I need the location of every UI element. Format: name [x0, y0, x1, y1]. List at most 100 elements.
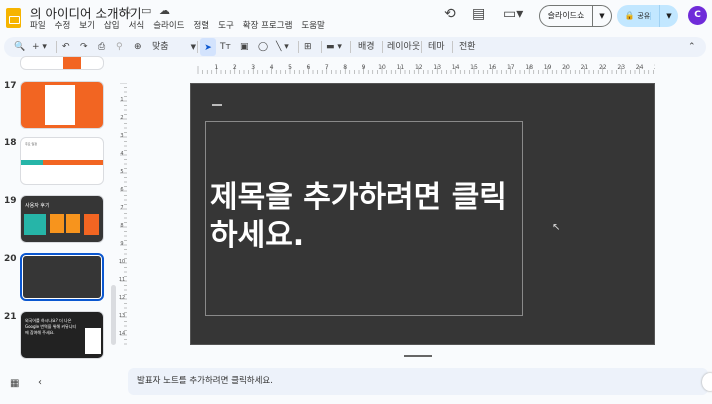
- ruler-tick-label: 14: [119, 331, 125, 337]
- move-folder-icon[interactable]: ▭: [141, 4, 151, 17]
- zoom-icon[interactable]: ⊕: [134, 37, 142, 57]
- ruler-tick-label: 13: [119, 313, 125, 319]
- ruler-tick-label: 7: [120, 205, 123, 211]
- ruler-tick-label: 9: [362, 64, 366, 71]
- slideshow-button[interactable]: 슬라이드쇼 ▼: [539, 5, 612, 27]
- menu-item[interactable]: 삽입: [104, 19, 120, 31]
- menu-item[interactable]: 서식: [129, 19, 145, 31]
- title-placeholder-text[interactable]: 제목을 추가하려면 클릭하세요.: [210, 179, 510, 255]
- side-panel-toggle[interactable]: [702, 373, 712, 391]
- menu-item[interactable]: 슬라이드: [153, 19, 184, 31]
- slide-thumbnail-19[interactable]: 사용자 후기: [20, 195, 104, 243]
- menu-item[interactable]: 보기: [79, 19, 95, 31]
- collapse-filmstrip-icon[interactable]: ‹: [38, 377, 42, 388]
- image-icon[interactable]: ▣: [240, 37, 249, 57]
- paint-format-icon[interactable]: ⚲: [116, 37, 123, 57]
- slide-number: 17: [4, 81, 17, 91]
- zoom-select[interactable]: 맞춤 ▼: [152, 37, 196, 57]
- ruler-tick-label: 3: [120, 133, 123, 139]
- background-button[interactable]: 배경: [358, 37, 375, 57]
- share-button[interactable]: 🔒 공유 ▼: [617, 5, 678, 27]
- redo-icon[interactable]: ↷: [80, 37, 88, 57]
- thumb-text: 외국어를 하시나요? 더 나은 Google 번역을 위해 커뮤니티에 참여해 …: [25, 318, 77, 335]
- cloud-status-icon[interactable]: ☁: [159, 4, 170, 17]
- transition-button[interactable]: 전환: [459, 37, 476, 57]
- layout-button[interactable]: 레이아웃: [387, 37, 420, 57]
- print-icon[interactable]: ⎙: [98, 37, 105, 57]
- slide-canvas[interactable]: 제목을 추가하려면 클릭하세요.: [190, 83, 655, 345]
- ruler-tick-label: 8: [120, 223, 123, 229]
- notes-resize-handle[interactable]: [404, 355, 432, 357]
- slide-thumbnail-18[interactable]: 주요 일정: [20, 137, 104, 185]
- menu-item[interactable]: 파일: [30, 19, 46, 31]
- shape-icon[interactable]: ◯: [258, 37, 268, 57]
- menu-bar: 파일 수정 보기 삽입 서식 슬라이드 정렬 도구 확장 프로그램 도움말: [30, 19, 325, 31]
- subtitle-dash: [212, 104, 222, 106]
- slide-number: 18: [4, 138, 17, 148]
- ruler-tick-label: 25: [654, 64, 655, 71]
- slide-thumbnail-20-selected[interactable]: [20, 253, 104, 301]
- filmstrip-scrollbar[interactable]: [111, 285, 116, 345]
- ruler-tick-label: 12: [119, 295, 125, 301]
- speaker-notes[interactable]: 발표자 노트를 추가하려면 클릭하세요.: [128, 368, 708, 395]
- ruler-tick-label: 4: [120, 151, 123, 157]
- menu-item[interactable]: 도움말: [301, 19, 324, 31]
- ruler-tick-label: 23: [617, 64, 625, 71]
- thumb-heading: 주요 일정: [25, 142, 37, 146]
- slide-thumbnail-21[interactable]: 외국어를 하시나요? 더 나은 Google 번역을 위해 커뮤니티에 참여해 …: [20, 311, 104, 359]
- line-icon[interactable]: ╲ ▾: [276, 37, 289, 57]
- ruler-tick-label: 22: [599, 64, 607, 71]
- ruler-tick-label: 9: [120, 241, 123, 247]
- slide-thumbnail-17[interactable]: [20, 81, 104, 129]
- avatar[interactable]: C: [688, 6, 707, 25]
- toolbar: 🔍 + ▾ ↶ ↷ ⎙ ⚲ ⊕ 맞춤 ▼ ➤ Tт ▣ ◯ ╲ ▾ ⊞ ▬ ▾ 배…: [4, 37, 706, 57]
- ruler-tick-label: 1: [214, 64, 218, 71]
- menu-item[interactable]: 정렬: [193, 19, 209, 31]
- horizontal-ruler[interactable]: 1234567891011121314151617181920212223242…: [190, 62, 655, 74]
- share-dropdown-icon[interactable]: ▼: [660, 12, 678, 20]
- slides-logo[interactable]: [6, 8, 21, 28]
- ruler-tick-label: 5: [120, 169, 123, 175]
- slide-number: 20: [4, 254, 17, 264]
- grid-view-icon[interactable]: ▦: [10, 378, 19, 389]
- border-color-icon[interactable]: ▬ ▾: [326, 37, 342, 57]
- select-tool-icon[interactable]: ➤: [200, 38, 216, 56]
- theme-button[interactable]: 테마: [428, 37, 445, 57]
- star-icon[interactable]: ☆: [123, 4, 133, 17]
- slideshow-label[interactable]: 슬라이드쇼: [540, 6, 593, 26]
- new-slide-icon[interactable]: + ▾: [32, 37, 47, 57]
- slide-number: 21: [4, 312, 17, 322]
- menu-item[interactable]: 도구: [218, 19, 234, 31]
- vertical-ruler[interactable]: 1234567891011121314: [118, 83, 127, 345]
- undo-icon[interactable]: ↶: [62, 37, 70, 57]
- slideshow-dropdown-icon[interactable]: ▼: [593, 12, 611, 20]
- ruler-tick-label: 8: [343, 64, 347, 71]
- ruler-tick-label: 4: [270, 64, 274, 71]
- menu-item[interactable]: 확장 프로그램: [243, 19, 293, 31]
- ruler-tick-label: 3: [251, 64, 255, 71]
- ruler-tick-label: 12: [415, 64, 423, 71]
- ruler-tick-label: 13: [433, 64, 441, 71]
- title-placeholder[interactable]: 제목을 추가하려면 클릭하세요.: [205, 121, 523, 316]
- ruler-tick-label: 5: [288, 64, 292, 71]
- ruler-tick-label: 2: [233, 64, 237, 71]
- ruler-tick-label: 20: [562, 64, 570, 71]
- share-label[interactable]: 🔒 공유: [617, 5, 660, 27]
- ruler-tick-label: 14: [452, 64, 460, 71]
- collapse-toolbar-icon[interactable]: ⌃: [688, 37, 696, 57]
- ruler-tick-label: 17: [507, 64, 515, 71]
- ruler-tick-label: 19: [544, 64, 552, 71]
- ruler-tick-label: 10: [378, 64, 386, 71]
- menu-item[interactable]: 수정: [55, 19, 71, 31]
- comment-insert-icon[interactable]: ⊞: [304, 37, 312, 57]
- ruler-tick-label: 10: [119, 259, 125, 265]
- ruler-tick-label: 15: [470, 64, 478, 71]
- ruler-tick-label: 6: [306, 64, 310, 71]
- text-box-icon[interactable]: Tт: [220, 37, 231, 57]
- slide-thumbnail-16[interactable]: [20, 56, 104, 70]
- search-menus-icon[interactable]: 🔍: [14, 37, 25, 57]
- comments-icon[interactable]: ▤: [472, 6, 485, 22]
- meet-icon[interactable]: ▭▾: [503, 6, 523, 22]
- ruler-tick-label: 18: [525, 64, 533, 71]
- version-history-icon[interactable]: ⟲: [444, 6, 456, 22]
